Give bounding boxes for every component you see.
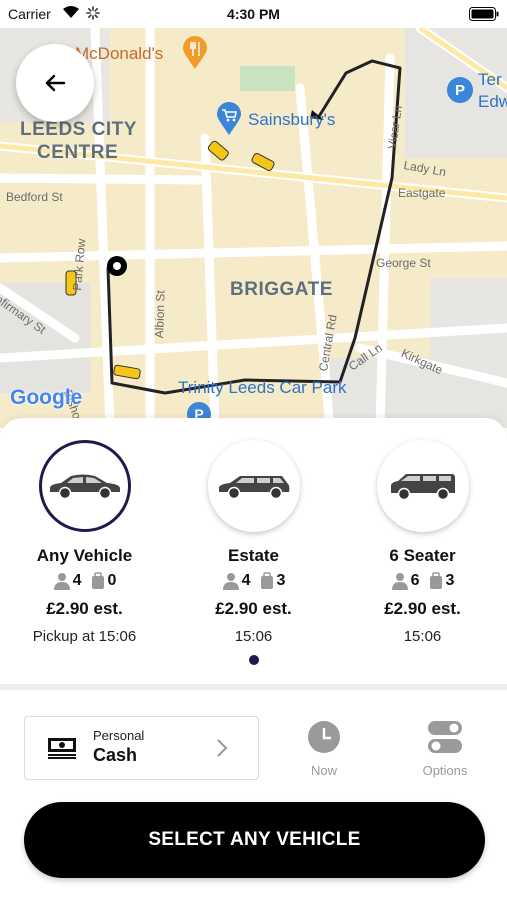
street-label: Eastgate: [398, 186, 446, 200]
clock-icon: [308, 721, 340, 753]
now-label: Now: [310, 763, 337, 778]
estate-car-icon: [218, 476, 289, 500]
poi-trinity-car-park-label: Trinity Leeds Car Park: [178, 378, 347, 397]
passenger-count: 6: [410, 572, 420, 589]
passenger-count: 4: [72, 572, 82, 589]
arrow-left-icon: [45, 74, 66, 92]
select-vehicle-button[interactable]: SELECT ANY VEHICLE: [24, 802, 485, 878]
vehicle-selection-sheet: Any Vehicle 4 0 £2.90 est. Pickup at 15:…: [0, 418, 507, 900]
vehicle-name: Any Vehicle: [36, 546, 133, 565]
vehicle-capacity: 4 3: [169, 572, 338, 590]
parking-icon: P: [447, 77, 473, 103]
poi-mcdonalds-label: McDonald's: [75, 44, 164, 63]
vehicle-name: Estate: [227, 546, 280, 565]
vehicle-option-6-seater[interactable]: 6 Seater 6 3 £2.90 est. 15:06: [338, 440, 507, 645]
vehicle-option-estate[interactable]: Estate 4 3 £2.90 est. 15:06: [169, 440, 338, 645]
street-label: George St: [376, 256, 431, 270]
options-label: Options: [422, 763, 468, 778]
street-label: Bedford St: [6, 190, 63, 204]
luggage-icon: [260, 572, 273, 589]
poi-ter-label: Ter: [478, 70, 502, 89]
vehicle-pickup-time: Pickup at 15:06: [32, 628, 137, 645]
shopping-cart-icon: [217, 102, 241, 135]
area-label-leeds-city: LEEDS CITY: [20, 119, 137, 140]
van-icon: [390, 474, 455, 501]
passenger-count: 4: [241, 572, 251, 589]
google-attribution: Google: [10, 386, 83, 409]
payment-type-label: Personal: [93, 728, 145, 743]
vehicle-capacity: 6 3: [338, 572, 507, 590]
payment-method-selector[interactable]: Personal Cash: [24, 716, 259, 780]
vehicle-price: £2.90 est.: [215, 599, 292, 618]
vehicle-pickup-time: 15:06: [234, 628, 273, 645]
vehicle-circle[interactable]: [376, 440, 469, 532]
luggage-icon: [91, 572, 104, 589]
cash-icon: [48, 738, 76, 759]
vehicle-capacity: 4 0: [0, 572, 169, 590]
payment-method-label: Cash: [93, 745, 138, 765]
vehicle-price: £2.90 est.: [46, 599, 123, 618]
svg-text:P: P: [455, 82, 465, 99]
luggage-icon: [429, 572, 442, 589]
luggage-count: 3: [276, 572, 286, 589]
vehicle-circle[interactable]: [38, 440, 131, 532]
status-bar: Carrier 4:30 PM: [0, 0, 507, 28]
section-divider: [0, 684, 507, 690]
now-button[interactable]: Now: [289, 720, 359, 778]
passenger-icon: [53, 573, 70, 590]
status-time: 4:30 PM: [227, 6, 280, 22]
sedan-icon: [49, 474, 120, 500]
passenger-icon: [391, 573, 408, 590]
poi-sainsburys-label: Sainsbury's: [248, 110, 336, 129]
street-label: Albion St: [152, 289, 168, 339]
poi-edw-label: Edw: [478, 92, 507, 111]
taxi-icon: [207, 140, 229, 161]
luggage-count: 0: [107, 572, 117, 589]
luggage-count: 3: [445, 572, 455, 589]
vehicle-option-any[interactable]: Any Vehicle 4 0 £2.90 est. Pickup at 15:…: [0, 440, 169, 645]
taxi-icon: [113, 364, 141, 380]
taxi-icon: [251, 152, 275, 172]
vehicle-circle[interactable]: [207, 440, 300, 532]
battery-icon: [469, 7, 499, 21]
chevron-right-icon: [217, 739, 228, 757]
area-label-briggate: BRIGGATE: [230, 279, 333, 300]
options-button[interactable]: Options: [410, 720, 480, 778]
toggle-settings-icon: [428, 721, 462, 753]
vehicle-pickup-time: 15:06: [403, 628, 442, 645]
page-indicator-dot: [249, 655, 259, 665]
pickup-marker-icon: [107, 256, 127, 276]
passenger-icon: [222, 573, 239, 590]
restaurant-icon: [183, 36, 207, 69]
vehicle-price: £2.90 est.: [384, 599, 461, 618]
vehicle-name: 6 Seater: [389, 546, 456, 565]
back-button[interactable]: [16, 44, 94, 122]
area-label-centre: CENTRE: [37, 142, 119, 163]
